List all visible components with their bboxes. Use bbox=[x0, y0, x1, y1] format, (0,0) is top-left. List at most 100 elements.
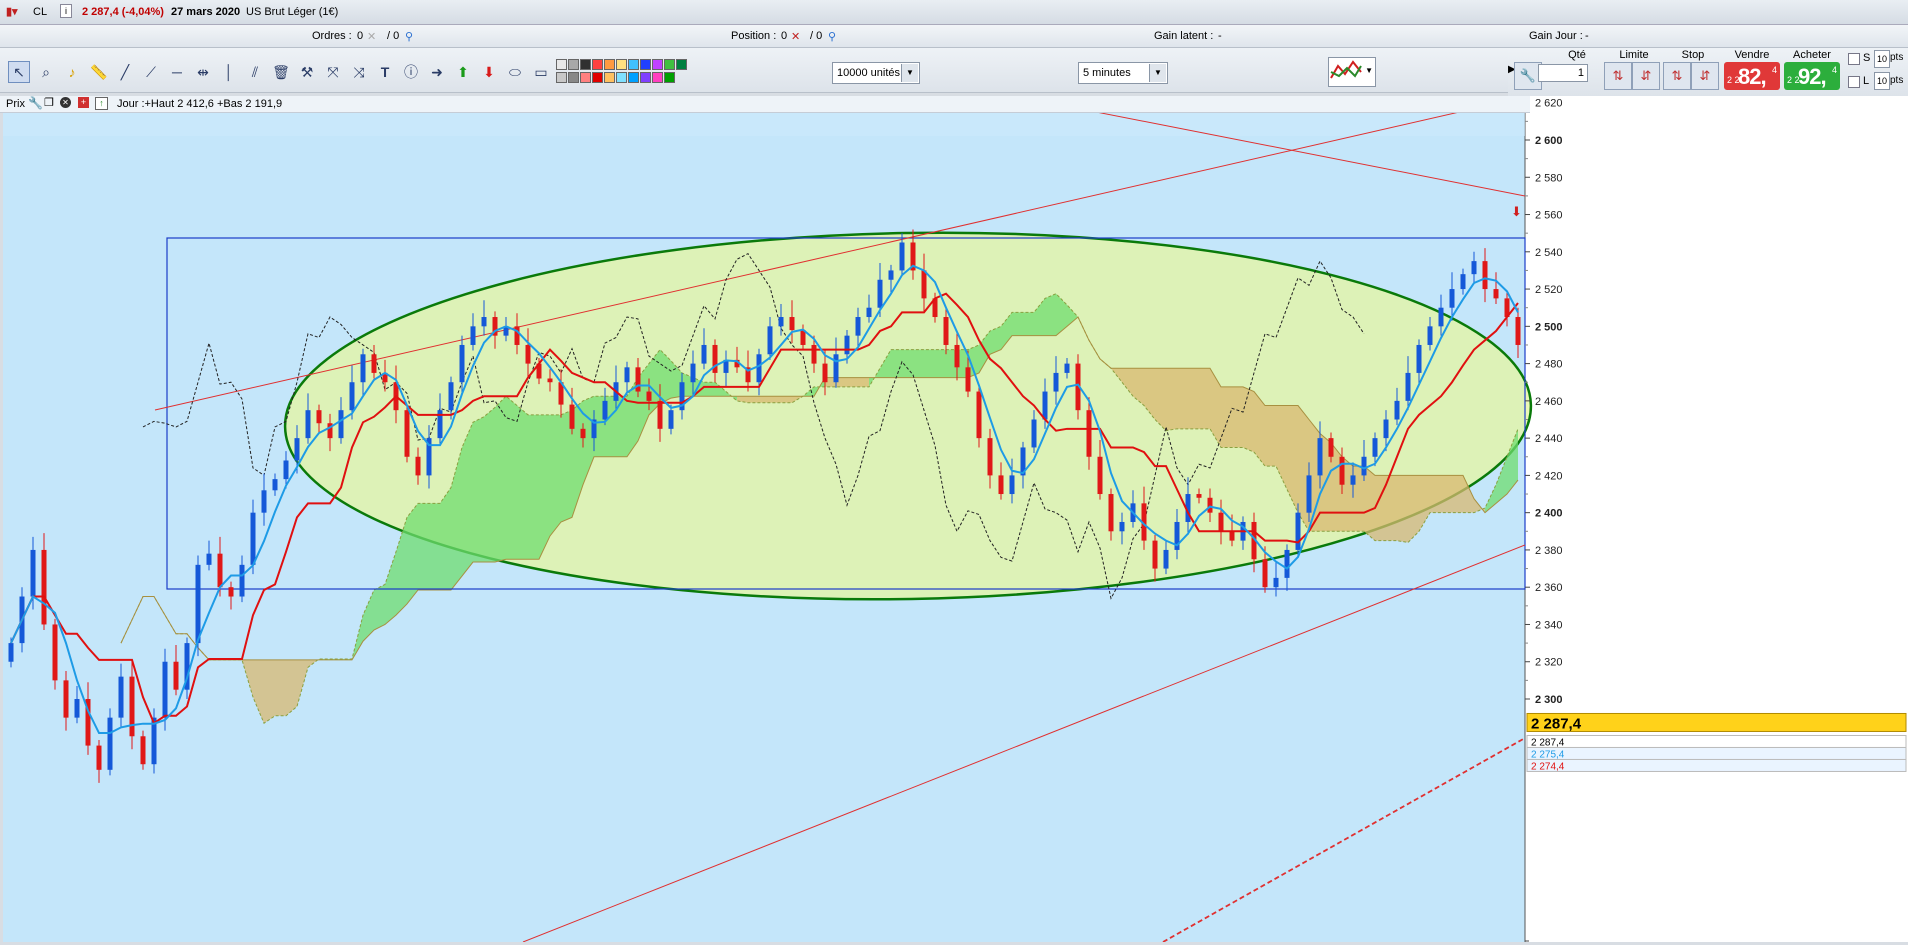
limit-points-input[interactable]: 10 bbox=[1874, 72, 1890, 90]
ichimoku-cloud-segment bbox=[275, 659, 286, 716]
limit-sell-button[interactable]: ⇵ bbox=[1632, 62, 1660, 90]
chart-info-bar: Prix 🔧 ❐ ✕ + ↑ Jour :+Haut 2 412,6 +Bas … bbox=[0, 96, 1530, 113]
price-chart[interactable]: ⬇ 2 620 2 600 2 580 2 560 2 540 2 520 2 500 2 48… bbox=[3, 79, 1908, 943]
color-swatch[interactable] bbox=[640, 59, 651, 70]
chart-canvas[interactable]: ⬇ 2 620 2 600 2 580 2 560 2 540 2 520 2 500 2 48… bbox=[3, 79, 1908, 943]
candle-body bbox=[283, 460, 289, 480]
symbol-label[interactable]: CL bbox=[33, 6, 47, 18]
window-icon[interactable]: ❐ bbox=[44, 96, 54, 109]
color-swatch[interactable] bbox=[676, 59, 687, 70]
vertical-line-icon[interactable]: │ bbox=[218, 61, 240, 83]
ellipse-tool-icon[interactable]: ⬭ bbox=[504, 61, 526, 83]
color-swatch[interactable] bbox=[616, 59, 627, 70]
color-swatch[interactable] bbox=[640, 72, 651, 83]
color-swatch[interactable] bbox=[592, 59, 603, 70]
position-link-icon[interactable]: ⚲ bbox=[828, 30, 836, 43]
fan-tool-icon[interactable]: ⤧ bbox=[322, 61, 344, 83]
move-up-icon[interactable]: ↑ bbox=[95, 97, 108, 110]
sell-signal-arrow-icon: ⬇ bbox=[1511, 204, 1522, 219]
cursor-icon[interactable]: ↖ bbox=[8, 61, 30, 83]
candle-body bbox=[1339, 456, 1345, 485]
orders-cancel-icon[interactable]: ✕ bbox=[367, 30, 376, 43]
color-swatch[interactable] bbox=[652, 72, 663, 83]
rectangle-tool-icon[interactable]: ▭ bbox=[530, 61, 552, 83]
ruler-icon[interactable]: 📏 bbox=[88, 61, 110, 83]
zoom-icon[interactable]: ⌕ bbox=[35, 61, 57, 83]
close-pane-icon[interactable]: ✕ bbox=[60, 97, 71, 108]
horizontal-segment-icon[interactable]: ⇹ bbox=[192, 61, 214, 83]
ichimoku-cloud-segment bbox=[748, 396, 759, 403]
ichimoku-cloud-segment bbox=[891, 349, 902, 378]
sell-button[interactable]: 2 2 82, 4 bbox=[1724, 62, 1780, 90]
limit-checkbox[interactable] bbox=[1848, 76, 1860, 88]
chevron-down-icon[interactable]: ▼ bbox=[1149, 64, 1166, 82]
candle-body bbox=[1031, 419, 1037, 448]
color-swatch[interactable] bbox=[580, 72, 591, 83]
candles-icon[interactable]: ▮▾ bbox=[6, 5, 18, 18]
color-swatch[interactable] bbox=[556, 72, 567, 83]
stop-sell-button[interactable]: ⇵ bbox=[1691, 62, 1719, 90]
qty-label: Qté bbox=[1568, 49, 1586, 61]
buy-label: Acheter bbox=[1793, 49, 1831, 61]
fibonacci-icon[interactable]: ⚒ bbox=[296, 61, 318, 83]
color-swatch[interactable] bbox=[592, 72, 603, 83]
ray-tool-icon[interactable]: ⟋ bbox=[140, 61, 162, 83]
chevron-down-icon[interactable]: ▼ bbox=[901, 64, 918, 82]
trash-icon[interactable]: 🗑 bbox=[270, 61, 292, 83]
indicator-picker[interactable]: ▼ bbox=[1328, 57, 1376, 87]
color-swatch[interactable] bbox=[568, 72, 579, 83]
color-swatch[interactable] bbox=[556, 59, 567, 70]
color-swatch[interactable] bbox=[664, 59, 675, 70]
color-swatch[interactable] bbox=[568, 59, 579, 70]
stop-points-input[interactable]: 10 bbox=[1874, 50, 1890, 68]
quote-date: 27 mars 2020 bbox=[171, 6, 241, 18]
candle-body bbox=[1438, 307, 1444, 327]
stop-checkbox[interactable] bbox=[1848, 53, 1860, 65]
ichimoku-cloud-segment bbox=[1188, 368, 1199, 429]
instrument-name: US Brut Léger (1€) bbox=[246, 6, 339, 18]
mini-price-label: 2 287,4 bbox=[1531, 737, 1565, 748]
label-tool-icon[interactable]: ⓘ bbox=[400, 61, 422, 83]
text-tool-icon[interactable]: T bbox=[374, 61, 396, 83]
ichimoku-cloud-segment bbox=[484, 407, 495, 563]
candle-body bbox=[63, 680, 69, 718]
interval-select[interactable]: 5 minutes ▼ bbox=[1078, 62, 1168, 84]
pitchfork-icon[interactable]: ⤨ bbox=[348, 61, 370, 83]
wrench-icon[interactable]: 🔧 bbox=[28, 96, 43, 110]
color-swatch[interactable] bbox=[628, 72, 639, 83]
info-icon[interactable]: i bbox=[60, 4, 72, 18]
ichimoku-cloud-segment bbox=[528, 414, 539, 560]
candle-body bbox=[107, 717, 113, 770]
color-swatch[interactable] bbox=[628, 59, 639, 70]
color-swatch[interactable] bbox=[616, 72, 627, 83]
color-swatch[interactable] bbox=[580, 59, 591, 70]
line-tool-icon[interactable]: ╱ bbox=[114, 61, 136, 83]
add-indicator-icon[interactable]: + bbox=[78, 97, 89, 108]
position-close-icon[interactable]: ✕ bbox=[791, 30, 800, 43]
arrow-down-icon[interactable]: ⬇ bbox=[478, 61, 500, 83]
y-axis-tick-label: 2 620 bbox=[1535, 98, 1563, 110]
color-swatch[interactable] bbox=[652, 59, 663, 70]
candle-body bbox=[8, 643, 14, 662]
color-swatch[interactable] bbox=[664, 72, 675, 83]
chevron-down-icon[interactable]: ▼ bbox=[1365, 66, 1373, 75]
limit-buy-button[interactable]: ⇅ bbox=[1604, 62, 1632, 90]
color-swatch[interactable] bbox=[604, 59, 615, 70]
arrow-right-icon[interactable]: ➜ bbox=[426, 61, 448, 83]
y-axis-tick-label: 2 440 bbox=[1535, 433, 1563, 445]
alert-bell-icon[interactable]: ♪ bbox=[61, 61, 83, 83]
units-select[interactable]: 10000 unités ▼ bbox=[832, 62, 920, 84]
stop-buy-button[interactable]: ⇅ bbox=[1663, 62, 1691, 90]
buy-button[interactable]: 2 2 92, 4 bbox=[1784, 62, 1840, 90]
candle-body bbox=[1306, 475, 1312, 513]
channel-tool-icon[interactable]: ⫽ bbox=[244, 61, 266, 83]
orders-total: / 0 bbox=[387, 30, 400, 42]
color-swatch[interactable] bbox=[604, 72, 615, 83]
candle-body bbox=[701, 344, 707, 364]
horizontal-line-icon[interactable]: ─ bbox=[166, 61, 188, 83]
orders-link-icon[interactable]: ⚲ bbox=[405, 30, 413, 43]
candle-body bbox=[833, 354, 839, 383]
y-axis-tick-label: 2 560 bbox=[1535, 210, 1563, 222]
arrow-up-icon[interactable]: ⬆ bbox=[452, 61, 474, 83]
qty-input[interactable] bbox=[1538, 64, 1588, 82]
